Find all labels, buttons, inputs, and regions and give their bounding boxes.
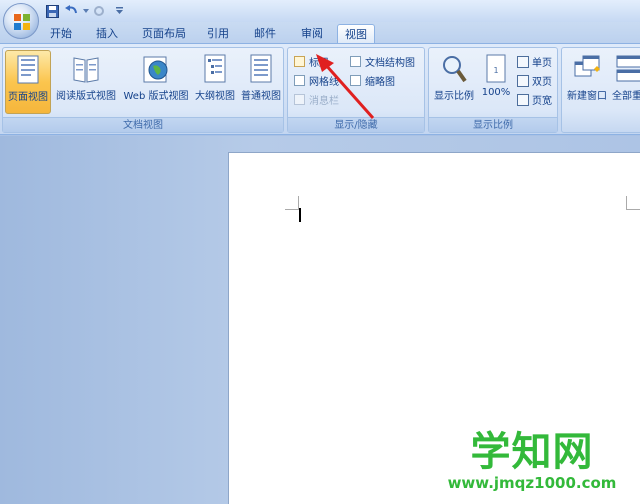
tab-page-layout[interactable]: 页面布局	[138, 24, 190, 43]
zoom-100-label: 100%	[481, 87, 511, 98]
zoom-100-button[interactable]: 1 100%	[479, 50, 513, 114]
margin-corner-mark-right	[626, 196, 640, 210]
margin-corner-mark	[285, 196, 299, 210]
thumbnails-checkbox-label: 缩略图	[365, 76, 395, 88]
tab-references[interactable]: 引用	[201, 24, 235, 43]
full-screen-reading-icon	[72, 54, 100, 84]
message-bar-checkbox-label: 消息栏	[309, 95, 339, 107]
two-pages-icon	[517, 74, 529, 87]
group-show-hide-label: 显示/隐藏	[288, 117, 424, 132]
document-map-checkbox-box[interactable]	[350, 55, 361, 67]
ruler-checkbox-box[interactable]	[294, 55, 305, 67]
group-document-views: 页面视图 阅读版式视图 Web 版式视图 大纲视图 普通视图 文档视图	[2, 47, 284, 133]
watermark-url: www.jmqz1000.com	[447, 474, 617, 492]
svg-text:1: 1	[493, 66, 498, 75]
document-map-checkbox-label: 文档结构图	[365, 57, 415, 69]
ruler-checkbox[interactable]: 标尺	[294, 53, 329, 69]
gridlines-checkbox-box[interactable]	[294, 74, 305, 86]
tab-review[interactable]: 审阅	[295, 24, 329, 43]
tab-insert[interactable]: 插入	[90, 24, 124, 43]
arrange-all-button[interactable]: 全部重	[612, 50, 640, 114]
two-pages-button[interactable]: 双页	[517, 72, 552, 89]
message-bar-checkbox-box[interactable]	[294, 93, 305, 105]
new-window-button[interactable]: 新建窗口	[564, 50, 610, 114]
draft-icon	[247, 54, 275, 84]
chevron-down-icon[interactable]	[82, 3, 90, 19]
new-window-icon	[573, 54, 601, 84]
document-map-checkbox[interactable]: 文档结构图	[350, 53, 415, 69]
ribbon-tab-bar: 开始 插入 页面布局 引用 邮件 审阅 视图	[0, 22, 640, 43]
new-window-label: 新建窗口	[567, 91, 607, 102]
magnifier-icon	[440, 54, 468, 84]
office-button[interactable]	[3, 3, 39, 39]
thumbnails-checkbox[interactable]: 缩略图	[350, 72, 395, 88]
full-screen-reading-button[interactable]: 阅读版式视图	[53, 50, 119, 114]
page-width-button[interactable]: 页宽	[517, 91, 552, 108]
print-layout-icon	[14, 55, 42, 85]
gridlines-checkbox[interactable]: 网格线	[294, 72, 339, 88]
outline-icon	[201, 54, 229, 84]
one-page-icon	[517, 55, 529, 68]
page-width-icon	[517, 93, 529, 106]
outline-button[interactable]: 大纲视图	[193, 50, 237, 114]
ruler-checkbox-label: 标尺	[309, 57, 329, 69]
tab-view[interactable]: 视图	[337, 24, 375, 43]
tab-home[interactable]: 开始	[44, 24, 78, 43]
thumbnails-checkbox-box[interactable]	[350, 74, 361, 86]
customize-toolbar-icon[interactable]	[114, 3, 124, 19]
arrange-all-label: 全部重	[612, 91, 640, 102]
undo-icon[interactable]	[62, 3, 82, 19]
redo-icon[interactable]	[90, 3, 108, 19]
message-bar-checkbox[interactable]: 消息栏	[294, 91, 339, 107]
text-cursor	[299, 208, 301, 222]
web-layout-label: Web 版式视图	[123, 91, 189, 102]
zoom-label: 显示比例	[434, 91, 474, 102]
tab-mailings[interactable]: 邮件	[248, 24, 282, 43]
draft-label: 普通视图	[241, 91, 281, 102]
web-layout-button[interactable]: Web 版式视图	[121, 50, 191, 114]
two-pages-label: 双页	[532, 77, 552, 88]
zoom-button[interactable]: 显示比例	[431, 50, 477, 114]
group-zoom: 显示比例 1 100% 单页 双页 页宽 显示比例	[428, 47, 558, 133]
watermark: 学知网 www.jmqz1000.com	[432, 430, 632, 492]
globe-icon	[142, 54, 170, 84]
group-show-hide: 标尺 网格线 消息栏 文档结构图 缩略图 显示/隐藏	[287, 47, 425, 133]
group-zoom-label: 显示比例	[429, 117, 557, 132]
gridlines-checkbox-label: 网格线	[309, 76, 339, 88]
group-document-views-label: 文档视图	[3, 117, 283, 132]
full-screen-reading-label: 阅读版式视图	[56, 91, 116, 102]
group-window: 新建窗口 全部重	[561, 47, 640, 133]
draft-button[interactable]: 普通视图	[239, 50, 283, 114]
zoom-100-icon: 1	[482, 54, 510, 84]
arrange-all-icon	[615, 54, 640, 84]
title-bar	[0, 0, 640, 22]
one-page-button[interactable]: 单页	[517, 53, 552, 70]
watermark-title: 学知网	[470, 429, 594, 475]
one-page-label: 单页	[532, 58, 552, 69]
office-logo-icon	[14, 14, 30, 30]
print-layout-label: 页面视图	[8, 92, 48, 103]
save-icon[interactable]	[44, 3, 60, 19]
page-width-label: 页宽	[532, 96, 552, 107]
ribbon: 页面视图 阅读版式视图 Web 版式视图 大纲视图 普通视图 文档视图 标尺 网…	[0, 43, 640, 135]
outline-label: 大纲视图	[195, 91, 235, 102]
print-layout-button[interactable]: 页面视图	[5, 50, 51, 114]
